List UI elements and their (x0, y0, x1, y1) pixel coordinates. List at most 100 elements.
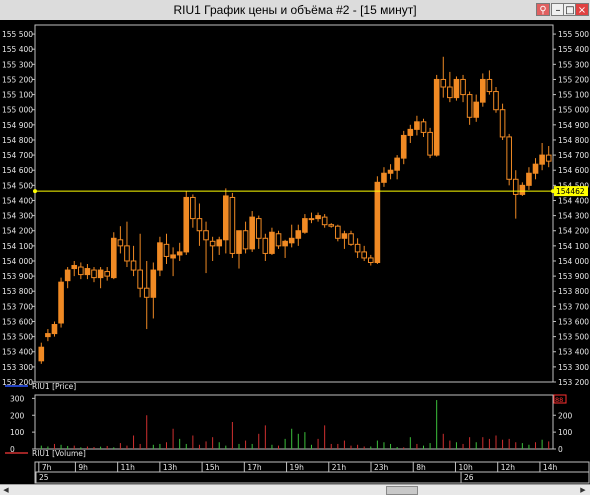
candle-body (84, 268, 91, 276)
candle-body (341, 233, 348, 239)
price-tick-label-right: 153 300 (558, 363, 589, 372)
candle-body (295, 230, 302, 239)
price-tick-label-left: 154 400 (2, 196, 33, 205)
time-label: 15h (205, 463, 220, 472)
candle-body (170, 254, 176, 259)
close-button[interactable]: × (575, 3, 589, 16)
volume-tick-label-right: 200 (558, 411, 573, 420)
pin-button[interactable]: ⚲ (536, 3, 550, 16)
candle-body (71, 265, 78, 270)
candle-body (150, 269, 157, 298)
price-tick-label-right: 153 400 (558, 348, 589, 357)
candle-body (190, 196, 196, 220)
price-tick-label-left: 154 700 (2, 151, 33, 160)
chart-background (0, 20, 590, 484)
candle-body (519, 184, 526, 195)
candle-body (209, 240, 216, 247)
price-tick-label-right: 154 700 (558, 151, 589, 160)
price-tick-label-left: 153 700 (2, 302, 33, 311)
candle-body (407, 128, 414, 136)
price-tick-label-left: 155 300 (2, 60, 33, 69)
candle-body (499, 109, 506, 138)
horizontal-scrollbar[interactable]: ◀ ▶ (0, 484, 590, 495)
candle-body (440, 78, 447, 88)
chart-area[interactable]: 153 200 153 200153 300 153 300153 400 153 4… (0, 20, 590, 484)
price-tick-label-right: 155 500 (558, 30, 589, 39)
price-tick-label-right: 154 900 (558, 121, 589, 130)
price-tick-label-right: 155 300 (558, 60, 589, 69)
volume-marker-label: 88 (555, 396, 563, 404)
candle-body (51, 324, 58, 335)
price-tick-label-right: 155 400 (558, 45, 589, 54)
candle-body (473, 101, 480, 118)
candle-body (288, 237, 295, 244)
candle-body (348, 233, 354, 245)
candle-body (275, 233, 282, 247)
candle-body (104, 271, 110, 277)
last-price-label: 154462 (556, 187, 585, 196)
candle-body (414, 121, 420, 130)
price-tick-label-right: 155 000 (558, 106, 589, 115)
price-tick-label-right: 153 900 (558, 272, 589, 281)
price-tick-label-left: 154 800 (2, 136, 33, 145)
time-label: 9h (78, 463, 88, 472)
price-tick-label-left: 153 900 (2, 272, 33, 281)
volume-tick-label-right: 0 (558, 445, 563, 454)
candle-body (223, 195, 229, 241)
time-label: 11h (121, 463, 136, 472)
candle-body (539, 154, 545, 165)
candle-body (420, 121, 427, 133)
candle-body (255, 218, 262, 239)
candle-body (38, 346, 45, 362)
candle-body (493, 91, 499, 111)
candle-body (117, 239, 124, 247)
time-label: 19h (290, 463, 305, 472)
candle-body (532, 163, 539, 174)
price-tick-label-right: 154 800 (558, 136, 589, 145)
time-label: 10h (458, 463, 473, 472)
price-legend-label: RIU1 [Price] (32, 382, 76, 391)
candle-body (354, 243, 361, 253)
volume-tick-label-left: 300 (10, 394, 25, 403)
price-tick-label-right: 154 100 (558, 242, 589, 251)
time-label: 14h (543, 463, 558, 472)
candle-body (242, 230, 249, 250)
candle-body (374, 181, 381, 263)
time-label: 13h (163, 463, 178, 472)
candle-body (78, 266, 84, 276)
price-tick-label-left: 154 500 (2, 181, 33, 190)
candle-body (97, 269, 104, 279)
price-tick-label-left: 153 500 (2, 333, 33, 342)
price-tick-label-left: 153 400 (2, 348, 33, 357)
scroll-right-icon[interactable]: ▶ (578, 486, 588, 494)
candle-body (526, 172, 532, 186)
candle-body (512, 178, 519, 195)
candle-body (163, 243, 170, 257)
candle-body (321, 216, 328, 226)
candle-body (196, 218, 203, 232)
time-label: 23h (374, 463, 389, 472)
title-bar[interactable]: RIU1 График цены и объёма #2 - [15 минут… (0, 0, 590, 21)
candle-body (137, 269, 143, 289)
price-tick-label-right: 153 800 (558, 287, 589, 296)
candle-body (315, 215, 321, 220)
time-label: 17h (247, 463, 262, 472)
price-tick-label-left: 154 100 (2, 242, 33, 251)
scroll-left-icon[interactable]: ◀ (1, 486, 11, 494)
chart-window: RIU1 График цены и объёма #2 - [15 минут… (0, 0, 590, 495)
price-tick-label-left: 153 600 (2, 317, 33, 326)
price-tick-label-right: 154 300 (558, 212, 589, 221)
price-tick-label-left: 153 800 (2, 287, 33, 296)
candle-body (58, 281, 64, 324)
candle-body (130, 260, 137, 271)
price-tick-label-left: 154 900 (2, 121, 33, 130)
candle-body (394, 157, 400, 171)
candle-body (466, 94, 473, 118)
candle-body (157, 242, 163, 271)
candle-body (453, 78, 460, 99)
volume-tick-label-right: 100 (558, 428, 573, 437)
candle-body (387, 169, 394, 174)
candle-body (229, 196, 236, 254)
date-label: 25 (39, 473, 49, 482)
candle-body (308, 218, 315, 221)
